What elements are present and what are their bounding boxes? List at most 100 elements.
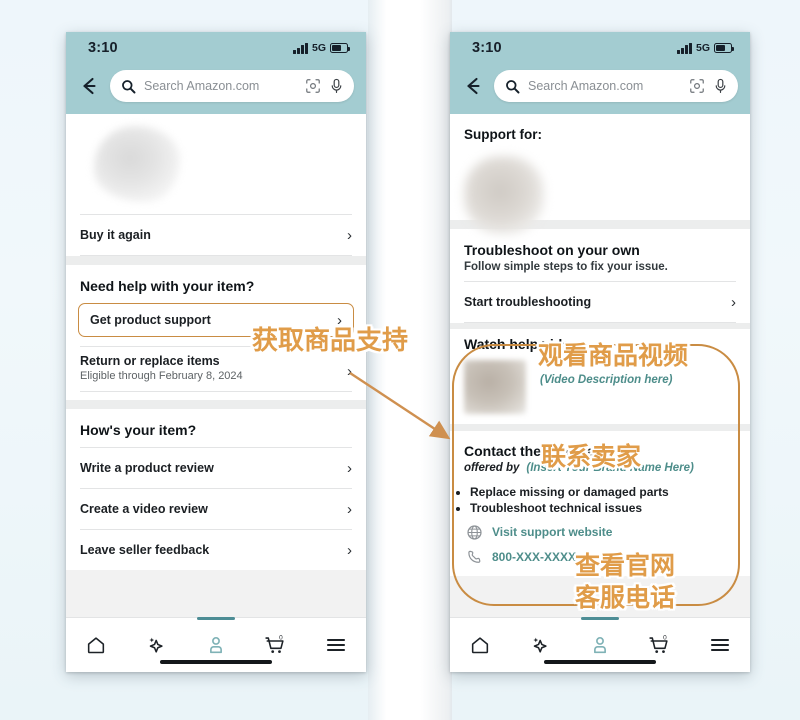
globe-icon xyxy=(467,524,482,540)
home-indicator-bar xyxy=(160,659,272,664)
link-label: Visit support website xyxy=(492,525,613,539)
status-clock: 3:10 xyxy=(88,40,118,56)
screen-content-left: Buy it again › Need help with your item?… xyxy=(66,114,366,672)
search-input[interactable]: Search Amazon.com xyxy=(110,70,354,102)
network-label: 5G xyxy=(695,42,710,54)
search-placeholder: Search Amazon.com xyxy=(144,79,260,93)
row-create-video-review[interactable]: Create a video review › xyxy=(66,489,366,529)
watch-videos-heading: Watch help videos xyxy=(464,336,587,352)
manufacturer-benefits-list: Replace missing or damaged parts Trouble… xyxy=(450,479,750,520)
brand-name-placeholder: (Insert Your Brand Name Here) xyxy=(526,462,694,474)
battery-icon xyxy=(330,43,351,53)
camera-scan-icon[interactable] xyxy=(689,78,705,94)
support-phone-link[interactable]: 800-XXX-XXXX xyxy=(450,545,750,570)
bottom-nav-left: 0 xyxy=(66,617,366,672)
video-thumbnail[interactable] xyxy=(464,360,526,414)
chevron-right-icon: › xyxy=(731,293,736,311)
search-bar-left: Search Amazon.com xyxy=(66,64,366,114)
camera-scan-icon[interactable] xyxy=(305,78,321,94)
list-item: Replace missing or damaged parts xyxy=(470,485,736,499)
nav-home[interactable] xyxy=(66,618,126,672)
phone-screenshot-left: 3:10 5G Search Amazon.com Buy it again ›… xyxy=(66,32,366,672)
microphone-icon[interactable] xyxy=(329,78,344,94)
row-buy-it-again[interactable]: Buy it again › xyxy=(66,215,366,255)
row-write-product-review[interactable]: Write a product review › xyxy=(66,448,366,488)
phone-screenshot-right: 3:10 5G Search Amazon.com Support for: T… xyxy=(450,32,750,672)
support-for-heading: Support for: xyxy=(464,127,542,142)
need-help-section: Need help with your item? Get product su… xyxy=(66,265,366,400)
hows-your-item-heading: How's your item? xyxy=(80,422,197,438)
bottom-nav-right: 0 xyxy=(450,617,750,672)
chevron-right-icon: › xyxy=(347,363,352,380)
row-return-or-replace[interactable]: Return or replace items Eligible through… xyxy=(66,347,366,391)
search-input[interactable]: Search Amazon.com xyxy=(494,70,738,102)
link-label: 800-XXX-XXXX xyxy=(492,550,577,564)
menu-hamburger-icon xyxy=(326,638,346,652)
product-image-blur xyxy=(94,126,180,202)
menu-hamburger-icon xyxy=(710,638,730,652)
chevron-right-icon: › xyxy=(337,311,342,329)
search-bar-right: Search Amazon.com xyxy=(450,64,750,114)
search-placeholder: Search Amazon.com xyxy=(528,79,644,93)
network-label: 5G xyxy=(311,42,326,54)
section-gap xyxy=(66,256,366,265)
account-person-icon xyxy=(210,637,222,654)
chevron-right-icon: › xyxy=(347,226,352,244)
row-label: Return or replace items xyxy=(80,354,220,368)
row-label: Start troubleshooting xyxy=(464,295,592,309)
nav-menu[interactable] xyxy=(690,618,750,672)
product-image-blur xyxy=(464,156,544,234)
battery-icon xyxy=(714,43,735,53)
chevron-right-icon: › xyxy=(347,459,352,477)
home-icon xyxy=(87,637,105,654)
watch-help-videos-section: Watch help videos (Video Description her… xyxy=(450,329,750,424)
svg-text:0: 0 xyxy=(663,635,667,642)
row-label: Get product support xyxy=(90,313,211,327)
rufus-sparkle-icon xyxy=(149,637,163,653)
cart-icon: 0 xyxy=(649,635,668,653)
chevron-right-icon: › xyxy=(347,541,352,559)
cart-icon: 0 xyxy=(265,635,284,653)
visit-support-website-link[interactable]: Visit support website xyxy=(450,520,750,545)
row-label: Create a video review xyxy=(80,502,208,516)
nav-home[interactable] xyxy=(450,618,510,672)
account-person-icon xyxy=(594,637,606,654)
row-start-troubleshooting[interactable]: Start troubleshooting › xyxy=(450,282,750,322)
microphone-icon[interactable] xyxy=(713,78,728,94)
status-bar-left: 3:10 5G xyxy=(66,32,366,64)
signal-bars-icon xyxy=(293,42,308,54)
status-clock: 3:10 xyxy=(472,40,502,56)
section-gap xyxy=(66,400,366,409)
video-item[interactable]: (Video Description here) xyxy=(450,354,750,424)
back-arrow-icon[interactable] xyxy=(76,73,102,99)
troubleshoot-heading: Troubleshoot on your own xyxy=(464,242,640,258)
nav-menu[interactable] xyxy=(306,618,366,672)
row-label: Write a product review xyxy=(80,461,214,475)
video-description: (Video Description here) xyxy=(540,374,673,386)
back-arrow-icon[interactable] xyxy=(460,73,486,99)
contact-manufacturer-heading: Contact the manufacturer xyxy=(464,443,635,459)
contact-manufacturer-section: Contact the manufacturer offered by (Ins… xyxy=(450,431,750,576)
offered-by-label: offered by xyxy=(464,462,520,474)
get-product-support-button[interactable]: Get product support › xyxy=(78,303,354,337)
product-image xyxy=(66,114,366,214)
support-for-section: Support for: xyxy=(450,114,750,234)
row-leave-seller-feedback[interactable]: Leave seller feedback › xyxy=(66,530,366,570)
hows-your-item-section: How's your item? Write a product review … xyxy=(66,409,366,570)
row-label: Buy it again xyxy=(80,228,151,242)
signal-bars-icon xyxy=(677,42,692,54)
search-icon xyxy=(505,79,520,94)
chevron-right-icon: › xyxy=(347,500,352,518)
search-icon xyxy=(121,79,136,94)
list-item: Troubleshoot technical issues xyxy=(470,501,736,515)
svg-text:0: 0 xyxy=(279,635,283,642)
support-product-image xyxy=(450,146,750,234)
status-bar-right: 3:10 5G xyxy=(450,32,750,64)
screen-content-right: Support for: Troubleshoot on your own Fo… xyxy=(450,114,750,672)
row-label: Leave seller feedback xyxy=(80,543,210,557)
row-sublabel: Eligible through February 8, 2024 xyxy=(80,370,243,382)
home-indicator-bar xyxy=(544,659,656,664)
troubleshoot-sub: Follow simple steps to fix your issue. xyxy=(464,261,668,273)
rufus-sparkle-icon xyxy=(533,637,547,653)
page-fold-gutter xyxy=(368,0,452,720)
